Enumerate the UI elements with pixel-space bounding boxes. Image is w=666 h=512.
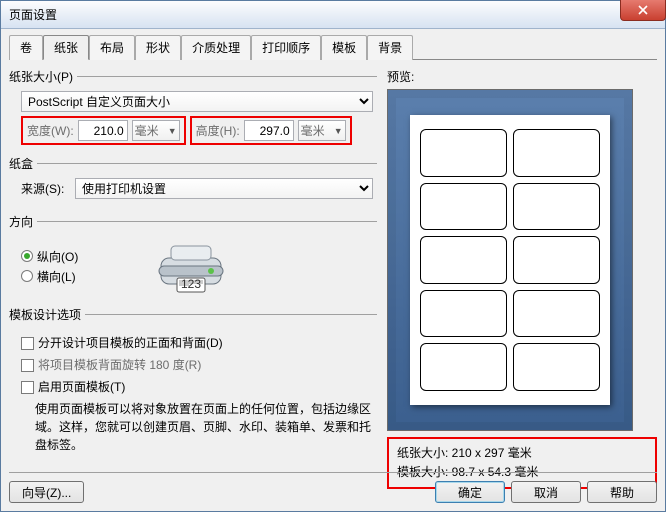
tab-roll[interactable]: 卷 [9,35,43,60]
height-input[interactable] [244,120,294,141]
width-unit-select[interactable]: 毫米▼ [132,120,180,141]
paper-size-label: 纸张大小(P) [9,68,73,85]
width-highlight: 宽度(W): 毫米▼ [21,116,186,145]
tab-paper[interactable]: 纸张 [43,35,89,60]
preview-label-cell [513,129,600,177]
source-label: 来源(S): [21,180,71,197]
preview-label-cell [513,290,600,338]
tab-media[interactable]: 介质处理 [181,35,251,60]
height-unit-select[interactable]: 毫米▼ [298,120,346,141]
width-label: 宽度(W): [27,122,74,139]
preview-label-cell [420,129,507,177]
preview-label-cell [513,343,600,391]
source-select[interactable]: 使用打印机设置 [75,178,373,199]
tab-bar: 卷 纸张 布局 形状 介质处理 打印顺序 模板 背景 [9,35,657,60]
close-button[interactable] [620,0,666,21]
title-bar: 页面设置 [1,1,665,29]
chk-enable-page-template[interactable]: 启用页面模板(T) [21,378,373,395]
window-title: 页面设置 [5,6,57,23]
radio-portrait[interactable]: 纵向(O) [21,248,121,265]
printer-icon: 123 [151,236,231,296]
close-icon [638,5,648,15]
tab-background[interactable]: 背景 [367,35,413,60]
preview-label-cell [513,183,600,231]
tab-print-order[interactable]: 打印顺序 [251,35,321,60]
tab-layout[interactable]: 布局 [89,35,135,60]
template-options-label: 模板设计选项 [9,306,81,323]
chk-separate-front-back[interactable]: 分开设计项目模板的正面和背面(D) [21,334,373,351]
tab-shape[interactable]: 形状 [135,35,181,60]
preview-label-cell [420,183,507,231]
chk-rotate-back: 将项目模板背面旋转 180 度(R) [21,356,373,373]
preview-box [387,89,633,431]
group-paper-size: 纸张大小(P) PostScript 自定义页面大小 宽度(W): 毫米▼ 高度… [9,68,377,147]
height-label: 高度(H): [196,122,240,139]
tab-template[interactable]: 模板 [321,35,367,60]
radio-landscape[interactable]: 横向(L) [21,268,121,285]
wizard-button[interactable]: 向导(Z)... [9,481,84,503]
group-tray: 纸盒 来源(S): 使用打印机设置 [9,155,377,205]
cancel-button[interactable]: 取消 [511,481,581,503]
preview-label-cell [420,236,507,284]
paper-size-info: 纸张大小: 210 x 297 毫米 [397,444,647,463]
paper-size-select[interactable]: PostScript 自定义页面大小 [21,91,373,112]
preview-label-cell [420,290,507,338]
group-template-options: 模板设计选项 分开设计项目模板的正面和背面(D) 将项目模板背面旋转 180 度… [9,306,377,456]
group-orientation: 方向 纵向(O) 横向(L) [9,213,377,298]
preview-label: 预览: [387,68,657,85]
radio-portrait-indicator [21,250,33,262]
preview-label-cell [420,343,507,391]
height-highlight: 高度(H): 毫米▼ [190,116,352,145]
page-setup-dialog: 页面设置 卷 纸张 布局 形状 介质处理 打印顺序 模板 背景 纸张大小(P) … [0,0,666,512]
tray-label: 纸盒 [9,155,33,172]
svg-text:123: 123 [181,277,201,291]
dialog-footer: 向导(Z)... 确定 取消 帮助 [9,472,657,503]
radio-landscape-indicator [21,270,33,282]
ok-button[interactable]: 确定 [435,481,505,503]
orientation-label: 方向 [9,213,33,230]
width-input[interactable] [78,120,128,141]
help-button[interactable]: 帮助 [587,481,657,503]
preview-label-cell [513,236,600,284]
template-help-text: 使用页面模板可以将对象放置在页面上的任何位置，包括边缘区域。这样，您就可以创建页… [35,400,373,454]
preview-page [410,115,610,405]
